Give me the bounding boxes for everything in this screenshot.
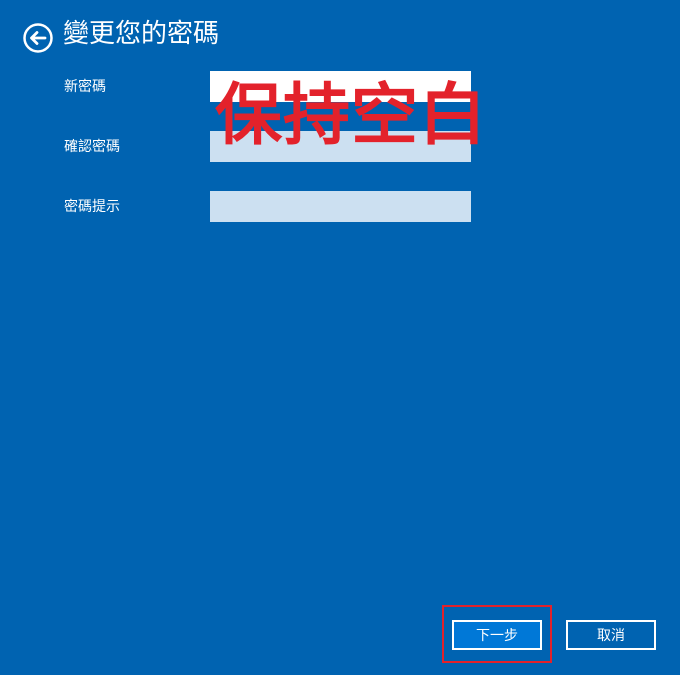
arrow-left-circle-icon bbox=[23, 23, 53, 53]
password-hint-label: 密碼提示 bbox=[64, 199, 120, 215]
next-button[interactable]: 下一步 bbox=[452, 620, 542, 650]
new-password-input[interactable] bbox=[210, 71, 471, 102]
back-button[interactable] bbox=[23, 23, 53, 53]
page-title: 變更您的密碼 bbox=[63, 19, 220, 49]
confirm-password-input[interactable] bbox=[210, 131, 471, 162]
new-password-label: 新密碼 bbox=[64, 79, 106, 95]
password-hint-input[interactable] bbox=[210, 191, 471, 222]
cancel-button[interactable]: 取消 bbox=[566, 620, 656, 650]
confirm-password-label: 確認密碼 bbox=[64, 139, 120, 155]
